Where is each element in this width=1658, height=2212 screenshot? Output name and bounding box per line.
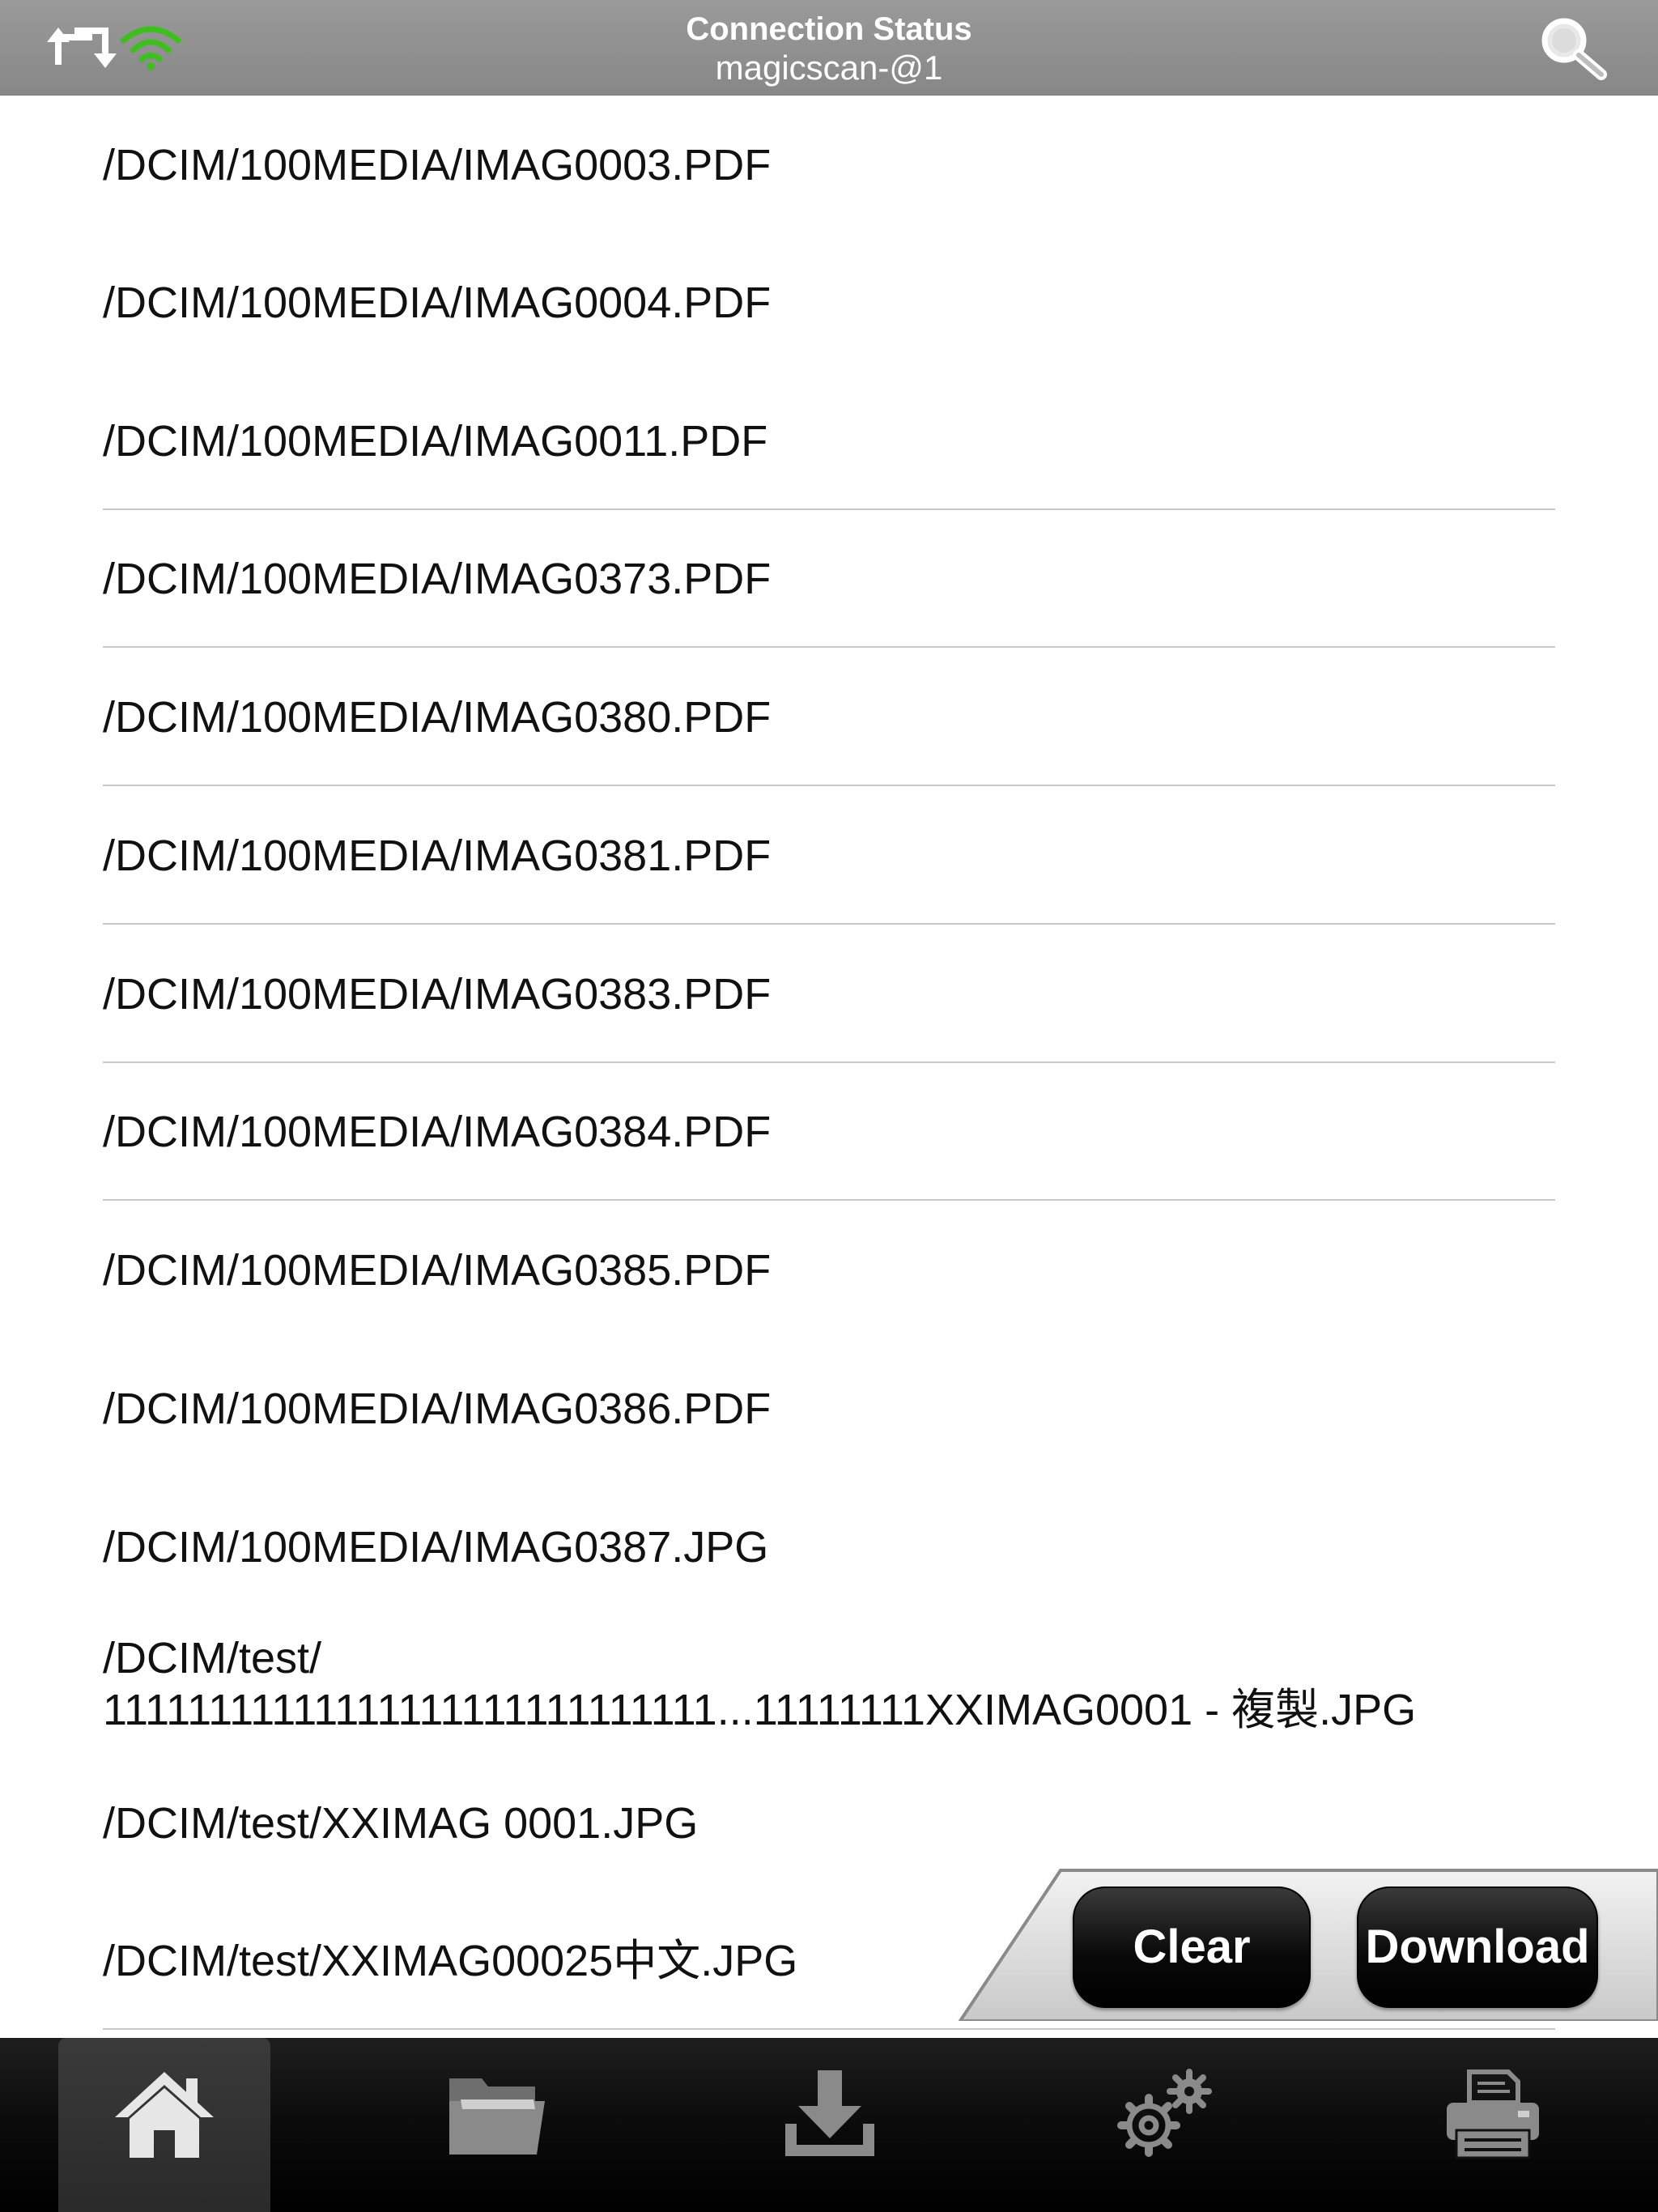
file-row[interactable]: /DCIM/100MEDIA/IMAG0004.PDF [103, 277, 1555, 358]
file-path: /DCIM/100MEDIA/IMAG0373.PDF [103, 555, 772, 603]
download-button[interactable]: Download [1357, 1887, 1598, 2008]
action-panel: Clear Download [957, 1867, 1658, 2021]
tab-home[interactable] [58, 2038, 270, 2212]
file-path: /DCIM/100MEDIA/IMAG0004.PDF [103, 279, 772, 327]
top-status-bar: Connection Status magicscan-@1 [0, 0, 1658, 96]
settings-icon [1117, 2069, 1212, 2157]
tab-print[interactable] [1387, 2038, 1599, 2212]
file-path: /DCIM/100MEDIA/IMAG0385.PDF [103, 1246, 772, 1295]
file-row[interactable]: /DCIM/test/ 1111111111111111111111111111… [103, 1632, 1555, 1746]
printer-icon [1447, 2069, 1539, 2159]
file-row[interactable]: /DCIM/100MEDIA/IMAG0011.PDF [103, 415, 1555, 510]
home-icon [115, 2072, 214, 2158]
connection-status-title: Connection Status [686, 11, 972, 47]
file-path: /DCIM/100MEDIA/IMAG0003.PDF [103, 141, 772, 189]
tab-settings[interactable] [1056, 2038, 1269, 2212]
file-row[interactable]: /DCIM/100MEDIA/IMAG0387.JPG [103, 1521, 1555, 1602]
download-icon [785, 2070, 874, 2156]
file-path: /DCIM/test/XXIMAG 0001.JPG [103, 1799, 699, 1848]
file-path: /DCIM/100MEDIA/IMAG0380.PDF [103, 693, 772, 742]
file-row[interactable]: /DCIM/100MEDIA/IMAG0381.PDF [103, 830, 1555, 925]
file-path: /DCIM/100MEDIA/IMAG0381.PDF [103, 832, 772, 880]
tab-files[interactable] [391, 2038, 603, 2212]
file-path: /DCIM/100MEDIA/IMAG0387.JPG [103, 1523, 769, 1572]
device-name: magicscan-@1 [715, 49, 943, 87]
app-screen: Connection Status magicscan-@1 /DCIM/100… [0, 0, 1658, 2212]
file-row[interactable]: /DCIM/100MEDIA/IMAG0386.PDF [103, 1383, 1555, 1464]
folder-icon [449, 2078, 545, 2155]
bottom-tab-bar [0, 2038, 1658, 2212]
file-row[interactable]: /DCIM/100MEDIA/IMAG0003.PDF [103, 139, 1555, 220]
search-icon[interactable] [1537, 15, 1611, 81]
file-path: /DCIM/100MEDIA/IMAG0386.PDF [103, 1385, 772, 1433]
file-path: /DCIM/100MEDIA/IMAG0384.PDF [103, 1108, 772, 1156]
file-list: /DCIM/100MEDIA/IMAG0003.PDF /DCIM/100MED… [0, 95, 1658, 2038]
tab-downloads[interactable] [724, 2038, 936, 2212]
file-path: /DCIM/100MEDIA/IMAG0383.PDF [103, 970, 772, 1019]
file-path: /DCIM/100MEDIA/IMAG0011.PDF [103, 417, 768, 466]
file-row[interactable]: /DCIM/100MEDIA/IMAG0385.PDF [103, 1244, 1555, 1325]
file-row[interactable]: /DCIM/100MEDIA/IMAG0373.PDF [103, 553, 1555, 648]
file-row[interactable]: /DCIM/100MEDIA/IMAG0380.PDF [103, 691, 1555, 786]
file-row[interactable]: /DCIM/100MEDIA/IMAG0384.PDF [103, 1106, 1555, 1201]
file-path: /DCIM/test/ 1111111111111111111111111111… [103, 1634, 1417, 1734]
clear-button[interactable]: Clear [1073, 1887, 1311, 2008]
file-row[interactable]: /DCIM/test/XXIMAG 0001.JPG [103, 1797, 1555, 1878]
file-row[interactable]: /DCIM/100MEDIA/IMAG0383.PDF [103, 968, 1555, 1063]
